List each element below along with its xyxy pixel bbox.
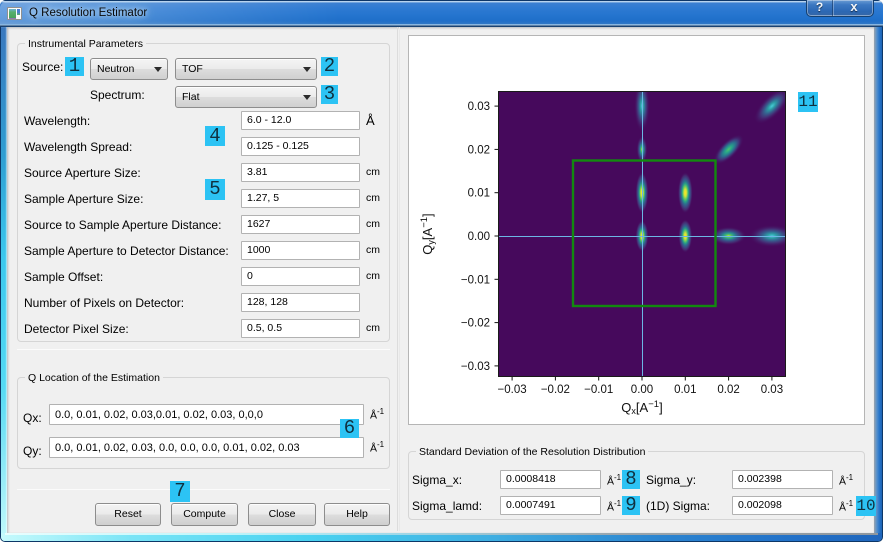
svg-text:0.02: 0.02 xyxy=(717,384,739,396)
svg-text:−0.01: −0.01 xyxy=(461,274,490,286)
svg-text:0.02: 0.02 xyxy=(468,144,490,156)
svg-text:0.03: 0.03 xyxy=(468,101,490,113)
svg-text:0.03: 0.03 xyxy=(761,384,783,396)
svg-text:Qx[A−1]: Qx[A−1] xyxy=(621,399,662,416)
svg-text:−0.02: −0.02 xyxy=(541,384,570,396)
svg-text:−0.03: −0.03 xyxy=(498,384,527,396)
svg-text:Qy[A−1]: Qy[A−1] xyxy=(419,213,436,254)
svg-text:0.00: 0.00 xyxy=(468,231,490,243)
svg-text:0.01: 0.01 xyxy=(674,384,696,396)
svg-text:−0.03: −0.03 xyxy=(461,361,490,373)
svg-text:−0.02: −0.02 xyxy=(461,318,490,330)
svg-text:−0.01: −0.01 xyxy=(584,384,613,396)
svg-text:0.00: 0.00 xyxy=(631,384,653,396)
svg-text:0.01: 0.01 xyxy=(468,188,490,200)
